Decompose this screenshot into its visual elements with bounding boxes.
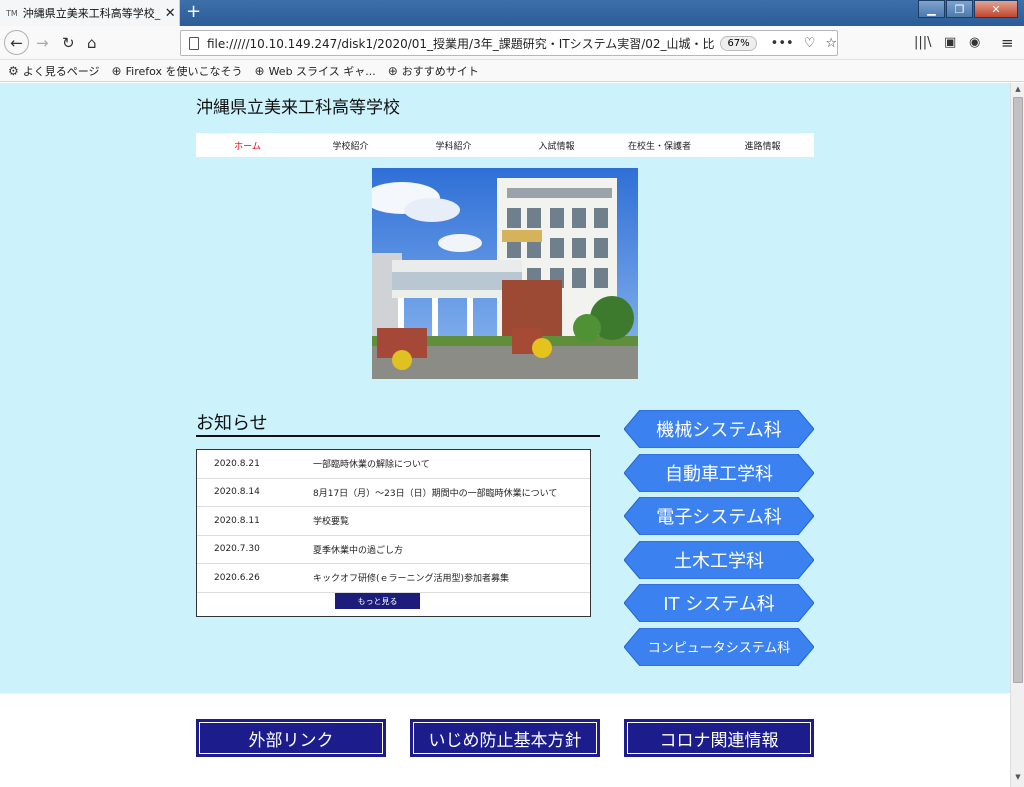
page-viewport: 沖縄県立美来工科高等学校 ホーム 学校紹介 学科紹介 入試情報 在校生・保護者 … — [0, 83, 1010, 787]
nav-item-admissions[interactable]: 入試情報 — [505, 139, 608, 152]
vertical-scrollbar[interactable]: ▲ ▼ — [1010, 83, 1024, 787]
scroll-up-icon[interactable]: ▲ — [1013, 85, 1023, 95]
news-date: 2020.8.14 — [214, 487, 260, 498]
dept-button-electronic[interactable]: 電子システム科 — [624, 497, 814, 535]
nav-item-career[interactable]: 進路情報 — [711, 139, 814, 152]
bookmark-label: Web スライス ギャ... — [268, 64, 376, 78]
dept-button-it[interactable]: IT システム科 — [624, 584, 814, 622]
menu-icon[interactable]: ≡ — [1001, 34, 1014, 52]
bookmark-item[interactable]: ⊕ Web スライス ギャ... — [255, 63, 376, 79]
hero-section: 沖縄県立美来工科高等学校 ホーム 学校紹介 学科紹介 入試情報 在校生・保護者 … — [0, 83, 1010, 693]
dept-label: コンピュータシステム科 — [647, 641, 791, 656]
globe-icon: ⊕ — [387, 63, 398, 78]
gear-icon: ⚙ — [8, 63, 19, 78]
sidebar-icon[interactable]: ▣ — [944, 34, 956, 52]
news-link[interactable]: キックオフ研修(ｅラーニング活用型)参加者募集 — [313, 571, 590, 584]
news-list: 2020.8.21 一部臨時休業の解除について 2020.8.14 8月17日（… — [196, 449, 591, 617]
global-navigation: ホーム 学校紹介 学科紹介 入試情報 在校生・保護者 進路情報 — [196, 133, 814, 157]
account-icon[interactable]: ◉ — [969, 34, 980, 52]
scrollbar-thumb[interactable] — [1013, 97, 1023, 683]
restore-icon[interactable]: ❐ — [946, 0, 973, 18]
news-item[interactable]: 2020.8.14 8月17日（月）～23日（日）期間中の一部臨時休業について — [197, 479, 590, 507]
department-buttons: 機械システム科 自動車工学科 電子システム科 土木工学科 IT システム科 コン… — [624, 410, 816, 671]
url-text[interactable]: file://///10.10.149.247/disk1/2020/01_授業… — [207, 35, 714, 52]
page-actions-icon[interactable]: ••• — [771, 36, 794, 51]
anti-bullying-policy-button[interactable]: いじめ防止基本方針 — [410, 719, 600, 757]
dept-label: 機械システム科 — [656, 420, 782, 441]
school-name-heading[interactable]: 沖縄県立美来工科高等学校 — [196, 93, 400, 118]
external-links-button[interactable]: 外部リンク — [196, 719, 386, 757]
dept-label: 電子システム科 — [656, 507, 782, 528]
navigation-toolbar: ← → ↻ ⌂ file://///10.10.149.247/disk1/20… — [0, 26, 1024, 60]
minimize-icon[interactable]: ▁ — [918, 0, 945, 18]
zoom-level-button[interactable]: 67% — [720, 35, 757, 51]
dept-button-mechanical[interactable]: 機械システム科 — [624, 410, 814, 448]
news-link[interactable]: 夏季休業中の過ごし方 — [313, 543, 590, 556]
dept-label: IT システム科 — [663, 594, 775, 615]
close-window-icon[interactable]: ✕ — [974, 0, 1018, 18]
reload-icon[interactable]: ↻ — [62, 34, 75, 52]
news-item[interactable]: 2020.6.26 キックオフ研修(ｅラーニング活用型)参加者募集 — [197, 564, 590, 593]
new-tab-icon[interactable]: + — [186, 1, 201, 23]
globe-icon: ⊕ — [111, 63, 122, 78]
window-titlebar: TM 沖縄県立美来工科高等学校_ト ✕ + ▁ ❐ ✕ — [0, 0, 1024, 26]
footer-links: 外部リンク いじめ防止基本方針 コロナ関連情報 — [196, 719, 814, 757]
dept-label: 自動車工学科 — [665, 463, 773, 485]
news-date: 2020.8.21 — [214, 458, 260, 469]
news-date: 2020.6.26 — [214, 572, 260, 583]
page-icon — [189, 36, 199, 50]
news-heading: お知らせ — [196, 413, 268, 434]
news-link[interactable]: 一部臨時休業の解除について — [313, 457, 590, 470]
pocket-icon[interactable]: ♡ — [804, 36, 816, 51]
more-news-button[interactable]: もっと見る — [335, 593, 420, 609]
tab-favicon: TM — [6, 8, 18, 18]
news-item[interactable]: 2020.8.11 学校要覧 — [197, 507, 590, 536]
library-icon[interactable]: |||\ — [914, 34, 932, 52]
news-item[interactable]: 2020.7.30 夏季休業中の過ごし方 — [197, 536, 590, 564]
back-arrow-icon[interactable]: ← — [4, 30, 29, 55]
dept-button-computer[interactable]: コンピュータシステム科 — [624, 627, 814, 666]
bookmark-label: よく見るページ — [22, 64, 100, 78]
browser-tab[interactable]: TM 沖縄県立美来工科高等学校_ト ✕ — [0, 0, 180, 26]
home-icon[interactable]: ⌂ — [87, 34, 97, 52]
scroll-down-icon[interactable]: ▼ — [1013, 773, 1023, 783]
bookmark-star-icon[interactable]: ☆ — [825, 36, 837, 51]
close-tab-icon[interactable]: ✕ — [165, 6, 176, 21]
covid-info-button[interactable]: コロナ関連情報 — [624, 719, 814, 757]
news-link[interactable]: 8月17日（月）～23日（日）期間中の一部臨時休業について — [313, 486, 590, 499]
address-bar[interactable]: file://///10.10.149.247/disk1/2020/01_授業… — [180, 30, 838, 56]
dept-label: 土木工学科 — [674, 550, 764, 572]
nav-item-students-parents[interactable]: 在校生・保護者 — [608, 139, 711, 152]
window-controls: ▁ ❐ ✕ — [917, 0, 1018, 18]
bookmark-label: おすすめサイト — [401, 64, 479, 78]
nav-item-departments[interactable]: 学科紹介 — [402, 139, 505, 152]
news-date: 2020.7.30 — [214, 544, 260, 555]
news-date: 2020.8.11 — [214, 515, 260, 526]
bookmark-item[interactable]: ⚙ よく見るページ — [8, 63, 100, 79]
bookmarks-toolbar: ⚙ よく見るページ ⊕ Firefox を使いこなそう ⊕ Web スライス ギ… — [0, 60, 1024, 82]
news-link[interactable]: 学校要覧 — [313, 514, 590, 527]
news-item[interactable]: 2020.8.21 一部臨時休業の解除について — [197, 450, 590, 479]
forward-arrow-icon[interactable]: → — [36, 34, 49, 52]
news-heading-rule — [196, 435, 600, 437]
dept-button-automotive[interactable]: 自動車工学科 — [624, 453, 814, 492]
globe-icon: ⊕ — [254, 63, 265, 78]
nav-item-home[interactable]: ホーム — [196, 139, 299, 152]
dept-button-civil[interactable]: 土木工学科 — [624, 540, 814, 579]
nav-item-school-intro[interactable]: 学校紹介 — [299, 139, 402, 152]
bookmark-item[interactable]: ⊕ Firefox を使いこなそう — [112, 63, 243, 79]
bookmark-item[interactable]: ⊕ おすすめサイト — [388, 63, 479, 79]
tab-title: 沖縄県立美来工科高等学校_ト — [22, 7, 161, 20]
bookmark-label: Firefox を使いこなそう — [125, 64, 243, 78]
school-building-photo — [372, 168, 638, 379]
